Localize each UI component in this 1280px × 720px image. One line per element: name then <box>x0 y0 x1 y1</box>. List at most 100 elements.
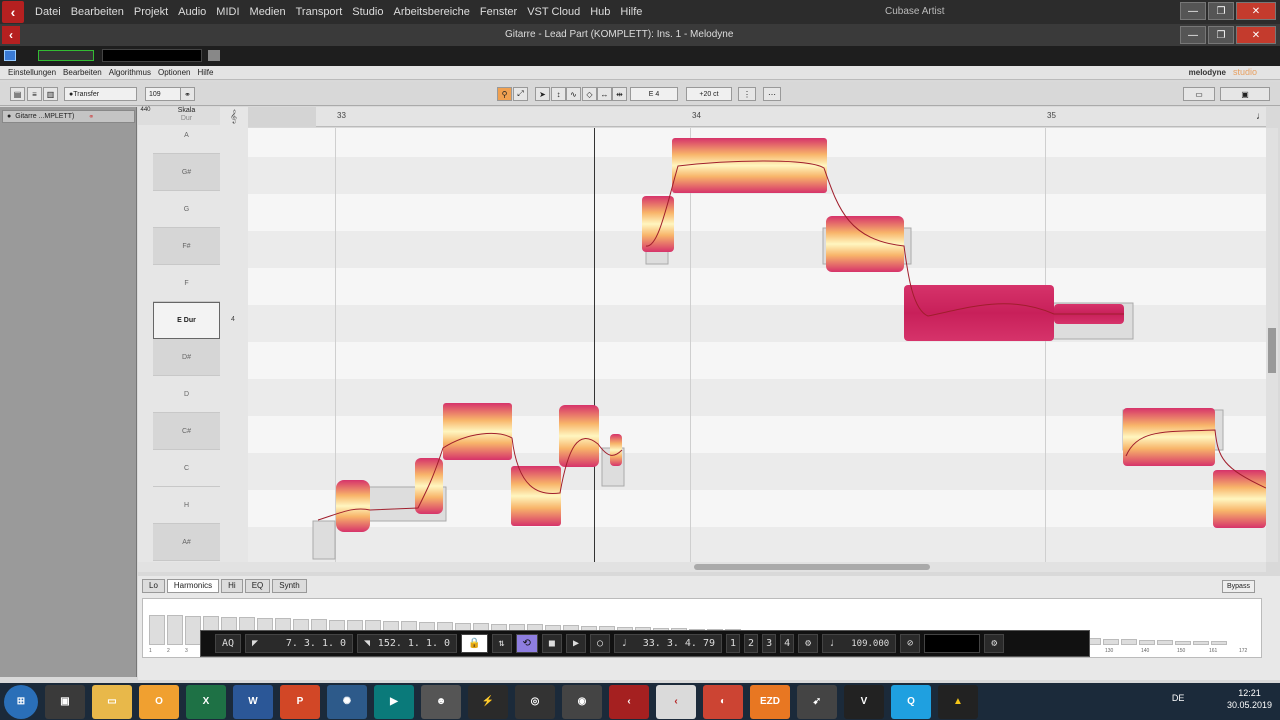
stop-button[interactable]: ■ <box>541 634 562 653</box>
zoom-in-icon[interactable]: ▣ <box>1220 87 1270 101</box>
explorer-icon[interactable]: ▭ <box>92 684 132 719</box>
note-blob[interactable] <box>511 466 561 526</box>
tab-lo[interactable]: Lo <box>142 579 165 593</box>
app-icon[interactable]: ➹ <box>797 684 837 719</box>
note-blob[interactable] <box>1213 470 1266 528</box>
ref-pitch[interactable]: 440 <box>138 107 153 125</box>
horizontal-scrollbar[interactable] <box>138 562 1266 572</box>
plugin-close-icon[interactable]: ✕ <box>1236 26 1276 44</box>
harmonic-bar[interactable] <box>1103 638 1119 645</box>
app-icon[interactable]: ▶ <box>374 684 414 719</box>
app-icon[interactable]: ☻ <box>421 684 461 719</box>
excel-icon[interactable]: X <box>186 684 226 719</box>
note-blobs[interactable] <box>248 128 1266 562</box>
cycle-button[interactable]: ⟲ <box>515 634 538 653</box>
layout-icon[interactable]: ▤ <box>10 87 25 101</box>
minimize-icon[interactable]: — <box>1180 2 1206 20</box>
power-icon[interactable] <box>4 50 16 61</box>
pitch-row[interactable]: G# <box>153 154 220 191</box>
menu-medien[interactable]: Medien <box>245 6 291 18</box>
tab-harmonics[interactable]: Harmonics <box>166 579 220 593</box>
cubase-app-icon[interactable]: ‹ <box>609 684 649 719</box>
marker-1[interactable]: 1 <box>726 634 741 653</box>
harmonic-bar[interactable] <box>1193 641 1209 645</box>
ezd-icon[interactable]: EZD <box>750 684 790 719</box>
marker-4[interactable]: 4 <box>780 634 795 653</box>
position-display[interactable]: ♩ 33. 3. 4. 79 <box>614 634 723 653</box>
menu-algorithmus[interactable]: Algorithmus <box>109 68 151 77</box>
menu-einstellungen[interactable]: Einstellungen <box>8 68 56 77</box>
app-icon[interactable]: ◐ <box>703 684 743 719</box>
harmonic-bar[interactable] <box>1121 639 1137 645</box>
harmonic-bar[interactable] <box>185 615 201 645</box>
read-write-icon[interactable] <box>38 50 94 61</box>
note-blob[interactable] <box>336 480 370 532</box>
cubase-active-icon[interactable]: ‹ <box>656 684 696 719</box>
outlook-icon[interactable]: O <box>139 684 179 719</box>
vertical-scroll-thumb[interactable] <box>1268 328 1276 373</box>
quantize-time-icon[interactable]: ⋯ <box>763 87 781 101</box>
menu-studio[interactable]: Studio <box>347 6 388 18</box>
app-icon[interactable]: ◉ <box>562 684 602 719</box>
metronome-icon[interactable]: ♩ <box>1256 111 1266 122</box>
formant-tool-icon[interactable]: ∿ <box>566 87 581 101</box>
treble-clef-icon[interactable]: 𝄞 <box>230 109 237 124</box>
track-link-icon[interactable]: ⚭ <box>88 113 94 121</box>
menu-fenster[interactable]: Fenster <box>475 6 522 18</box>
settings-gear-icon[interactable]: ⚙ <box>798 634 819 653</box>
menu-transport[interactable]: Transport <box>291 6 348 18</box>
time-tool-icon[interactable]: ↔ <box>597 87 612 101</box>
menu-arbeitsbereiche[interactable]: Arbeitsbereiche <box>388 6 474 18</box>
cubase-logo-icon[interactable]: ‹ <box>2 1 24 23</box>
horizontal-scroll-thumb[interactable] <box>694 564 930 570</box>
transfer-button[interactable]: ● Transfer <box>64 87 137 101</box>
click-icon[interactable]: ⊘ <box>900 634 921 653</box>
harmonic-bar[interactable] <box>167 615 183 645</box>
pitch-row[interactable]: C <box>153 450 220 487</box>
marker-3[interactable]: 3 <box>762 634 777 653</box>
amplitude-tool-icon[interactable]: ◇ <box>582 87 597 101</box>
tempo-display[interactable]: ♩ 109.000 <box>822 634 897 653</box>
right-locator[interactable]: ◥ 152. 1. 1. 0 <box>357 634 458 653</box>
app-icon[interactable]: ▲ <box>938 684 978 719</box>
pitch-row[interactable]: G <box>153 191 220 228</box>
pitch-row[interactable]: F <box>153 265 220 302</box>
pitch-row[interactable]: D <box>153 376 220 413</box>
language-indicator[interactable]: DE <box>1172 693 1185 703</box>
camera-icon[interactable] <box>208 50 220 61</box>
note-blob[interactable] <box>559 405 599 467</box>
note-editor-grid[interactable] <box>248 128 1266 562</box>
timeline-ruler[interactable]: 33 34 35 ♩ <box>248 107 1266 127</box>
note-blob[interactable] <box>642 196 674 252</box>
left-locator[interactable]: ◤ 7. 3. 1. 0 <box>245 634 354 653</box>
transport-gear-icon[interactable]: ⚙ <box>984 634 1005 653</box>
app-icon[interactable]: Q <box>891 684 931 719</box>
menu-hilfe[interactable]: Hilfe <box>615 6 647 18</box>
harmonic-bar[interactable] <box>1211 641 1227 645</box>
lock-icon[interactable]: 🔒 <box>461 634 488 653</box>
program-icon[interactable]: ▣ <box>45 684 85 719</box>
menu-midi[interactable]: MIDI <box>211 6 244 18</box>
harmonic-bar[interactable] <box>149 615 165 645</box>
menu-vst-cloud[interactable]: VST Cloud <box>522 6 585 18</box>
note-blob[interactable] <box>904 285 1054 341</box>
pitch-display[interactable]: E 4 <box>630 87 678 101</box>
pitch-row[interactable]: A <box>153 117 220 154</box>
time-macro-icon[interactable]: ⤢ <box>513 87 528 101</box>
vertical-scrollbar[interactable] <box>1266 128 1278 562</box>
menu-bearbeiten[interactable]: Bearbeiten <box>66 6 129 18</box>
clock-date[interactable]: 30.05.2019 <box>1227 699 1272 711</box>
harmonic-bar[interactable] <box>1175 640 1191 645</box>
maximize-icon[interactable]: ❐ <box>1208 2 1234 20</box>
track-record-icon[interactable]: ● <box>7 113 11 120</box>
pitch-row[interactable]: A# <box>153 524 220 561</box>
pointer-tool-icon[interactable]: ➤ <box>535 87 550 101</box>
tab-eq[interactable]: EQ <box>244 579 271 593</box>
menu-audio[interactable]: Audio <box>173 6 211 18</box>
marker-2[interactable]: 2 <box>744 634 759 653</box>
tab-synth[interactable]: Synth <box>272 579 307 593</box>
windows-start-icon[interactable]: ⊞ <box>4 684 38 719</box>
menu-m-hilfe[interactable]: Hilfe <box>197 68 213 77</box>
app-icon[interactable]: V <box>844 684 884 719</box>
menu-hub[interactable]: Hub <box>585 6 615 18</box>
